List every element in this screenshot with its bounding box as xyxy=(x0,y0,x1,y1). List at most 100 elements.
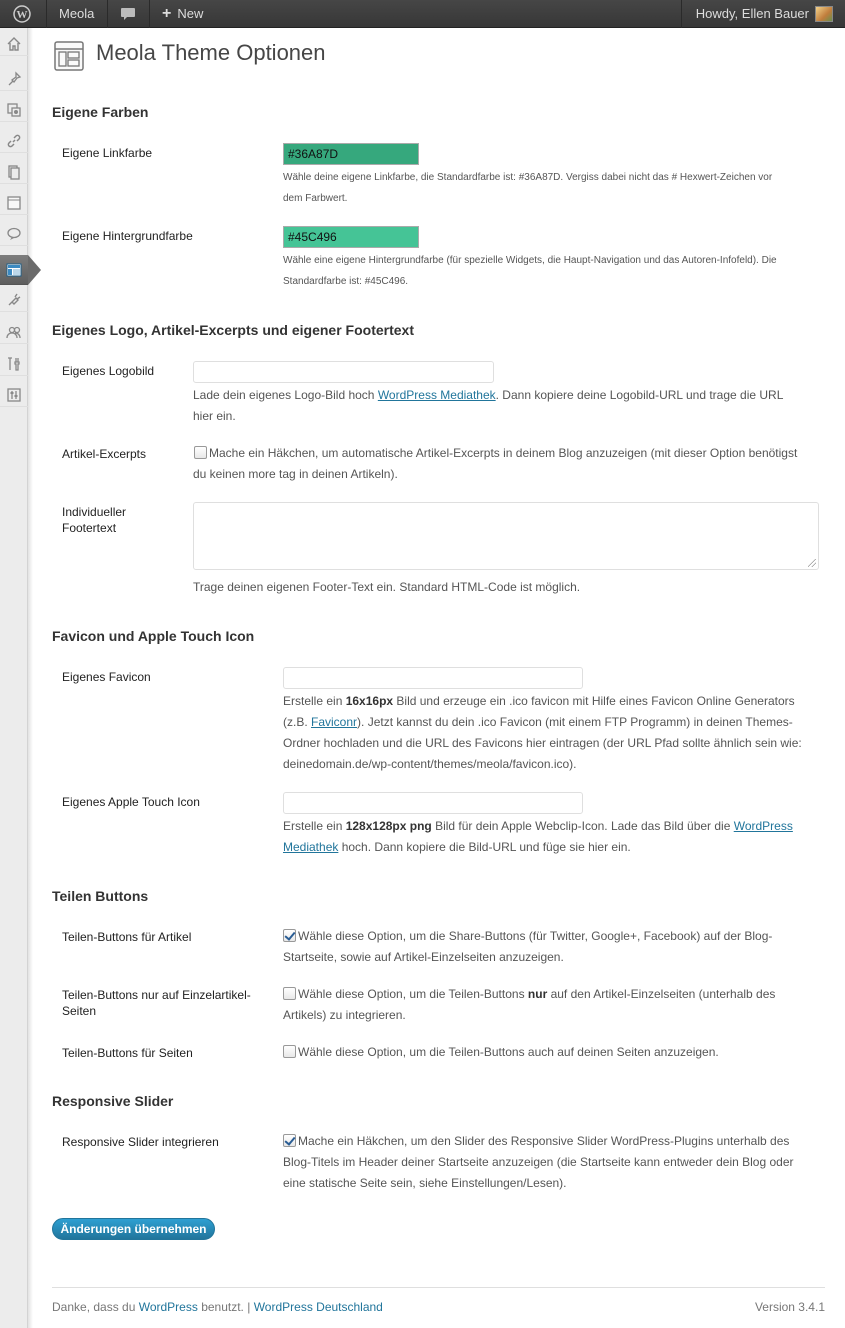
share-single-description-line-2: Artikels) zu integrieren. xyxy=(283,1008,406,1022)
footer-text-label-line: Footertext xyxy=(62,521,117,535)
share-articles-label: Teilen-Buttons für Artikel xyxy=(62,930,192,944)
section-title-favicon: Favicon und Apple Touch Icon xyxy=(52,628,255,644)
avatar[interactable] xyxy=(815,6,833,22)
excerpts-description-line-2: du keinen more tag in deinen Artikeln). xyxy=(193,467,398,481)
logo-url-input[interactable] xyxy=(193,361,494,383)
wordpress-media-link[interactable]: WordPress xyxy=(734,819,793,833)
new-content-button[interactable]: + New xyxy=(162,0,203,28)
apple-touch-icon-label: Eigenes Apple Touch Icon xyxy=(62,795,200,809)
favicon-label: Eigenes Favicon xyxy=(62,670,151,684)
favicon-description-line-2: (z.B. Faviconr). Jetzt kannst du dein .i… xyxy=(283,712,793,733)
page-title: Meola Theme Optionen xyxy=(96,40,326,65)
admin-bar-separator xyxy=(46,0,47,28)
generic-page-icon[interactable] xyxy=(0,191,28,215)
admin-bar-separator xyxy=(149,0,150,28)
apple-description-text: Bild für dein Apple Webclip-Icon. Lade d… xyxy=(431,819,734,833)
apple-size-text: 128x128px png xyxy=(345,819,432,833)
footer-text: benutzt. | xyxy=(197,1300,254,1314)
logo-description-line-1: Lade dein eigenes Logo-Bild hoch WordPre… xyxy=(193,385,783,406)
slider-checkbox[interactable] xyxy=(283,1134,296,1147)
excerpts-checkbox[interactable] xyxy=(194,446,207,459)
share-single-label-line: Seiten xyxy=(62,1004,97,1018)
share-single-description-line-1: Wähle diese Option, um die Teilen-Button… xyxy=(298,984,775,1005)
account-menu[interactable]: Howdy, Ellen Bauer xyxy=(696,0,809,28)
media-icon[interactable] xyxy=(0,98,28,122)
admin-menu xyxy=(0,28,28,1328)
slider-label: Responsive Slider integrieren xyxy=(62,1135,219,1149)
wordpress-media-link[interactable]: Mediathek xyxy=(283,840,338,854)
share-single-label: Teilen-Buttons nur auf Einzelartikel- Sei… xyxy=(62,987,251,1019)
favicon-url-input[interactable] xyxy=(283,667,583,689)
tools-icon[interactable] xyxy=(0,352,28,376)
footer-text: Danke, dass du xyxy=(52,1300,139,1314)
plus-icon: + xyxy=(162,5,172,22)
share-articles-checkbox[interactable] xyxy=(283,929,296,942)
background-color-description-line-2: Standardfarbe ist: #45C496. xyxy=(283,276,409,287)
background-color-input[interactable] xyxy=(283,226,419,248)
link-color-input[interactable] xyxy=(283,143,419,165)
menu-shadow xyxy=(28,28,33,1328)
share-single-label-line: Teilen-Buttons nur auf Einzelartikel- xyxy=(62,988,251,1002)
share-single-text: Wähle diese Option, um die Teilen-Button… xyxy=(298,987,528,1001)
excerpts-description-line-1: Mache ein Häkchen, um automatische Artik… xyxy=(209,446,798,460)
wordpress-deutschland-link[interactable]: WordPress Deutschland xyxy=(254,1300,383,1314)
slider-description-line-1: Mache ein Häkchen, um den Slider des Res… xyxy=(298,1134,790,1148)
section-title-colors: Eigene Farben xyxy=(52,104,149,120)
wordpress-link[interactable]: WordPress xyxy=(139,1300,198,1314)
favicon-description-line-4: deinedomain.de/wp-content/themes/meola/f… xyxy=(283,757,577,771)
appearance-icon[interactable] xyxy=(0,255,28,285)
apple-description-text: Erstelle ein xyxy=(283,819,346,833)
dashboard-icon[interactable] xyxy=(0,32,28,56)
logo-description-text: . Dann kopiere deine Logobild-URL und tr… xyxy=(495,388,784,402)
current-menu-arrow xyxy=(28,255,41,285)
apple-touch-icon-input[interactable] xyxy=(283,792,583,814)
settings-icon[interactable] xyxy=(0,383,28,407)
pages-icon[interactable] xyxy=(0,160,28,184)
wordpress-logo-icon[interactable]: W xyxy=(0,0,46,28)
share-single-text: auf den Artikel-Einzelseiten (unterhalb … xyxy=(547,987,776,1001)
comments-icon[interactable] xyxy=(0,222,28,246)
favicon-description-line-3: Ordner hochladen und die URL des Favicon… xyxy=(283,736,802,750)
comments-bubble-icon[interactable] xyxy=(120,0,138,28)
background-color-label: Eigene Hintergrundfarbe xyxy=(62,229,193,243)
share-pages-description: Wähle diese Option, um die Teilen-Button… xyxy=(298,1045,719,1059)
favicon-description-text: Bild und erzeuge ein .ico favicon mit Hi… xyxy=(393,694,795,708)
save-changes-button[interactable]: Änderungen übernehmen xyxy=(52,1218,215,1240)
admin-bar: W Meola + New Howdy, Ellen Bauer xyxy=(0,0,845,28)
share-articles-description-line-1: Wähle diese Option, um die Share-Buttons… xyxy=(298,929,773,943)
new-content-label: New xyxy=(177,6,204,21)
faviconr-link[interactable]: Faviconr xyxy=(311,715,357,729)
section-title-share: Teilen Buttons xyxy=(52,888,149,904)
share-single-checkbox[interactable] xyxy=(283,987,296,1000)
apple-description-text: hoch. Dann kopiere die Bild-URL und füge… xyxy=(338,840,631,854)
share-single-emphasis: nur xyxy=(527,987,548,1001)
plugins-icon[interactable] xyxy=(0,288,28,312)
links-icon[interactable] xyxy=(0,129,28,153)
slider-description-line-2: Blog-Titels im Header deiner Startseite … xyxy=(283,1155,794,1169)
favicon-description-line-1: Erstelle ein 16x16px Bild und erzeuge ei… xyxy=(283,691,795,712)
share-pages-checkbox[interactable] xyxy=(283,1045,296,1058)
theme-options-icon xyxy=(54,41,84,74)
media-library-link[interactable]: WordPress Mediathek xyxy=(378,388,496,402)
footer-text-textarea[interactable] xyxy=(193,502,819,570)
section-title-slider: Responsive Slider xyxy=(52,1093,174,1109)
logo-label: Eigenes Logobild xyxy=(62,364,155,378)
site-name-link[interactable]: Meola xyxy=(59,0,94,28)
favicon-size-text: 16x16px xyxy=(345,694,394,708)
footer-text-description: Trage deinen eigenen Footer-Text ein. St… xyxy=(193,580,581,594)
favicon-description-text: ). Jetzt kannst du dein .ico Favicon (mi… xyxy=(357,715,793,729)
footer-divider xyxy=(52,1287,825,1288)
favicon-description-text: (z.B. xyxy=(283,715,312,729)
users-icon[interactable] xyxy=(0,320,28,344)
svg-text:W: W xyxy=(17,9,28,21)
footer-credits: Danke, dass du WordPress benutzt. | Word… xyxy=(52,1300,383,1314)
resize-handle[interactable] xyxy=(808,559,816,567)
posts-icon[interactable] xyxy=(0,67,28,91)
footer-text-label: Individueller Footertext xyxy=(62,504,126,536)
logo-description-line-2: hier ein. xyxy=(193,409,236,423)
link-color-description-line-1: Wähle deine eigene Linkfarbe, die Standa… xyxy=(283,172,773,183)
section-title-logo: Eigenes Logo, Artikel-Excerpts und eigen… xyxy=(52,322,414,338)
apple-touch-description-line-1: Erstelle ein 128x128px png Bild für dein… xyxy=(283,816,793,837)
admin-bar-separator xyxy=(681,0,682,28)
slider-description-line-3: eine statische Seite sein, siehe Einstel… xyxy=(283,1176,567,1190)
